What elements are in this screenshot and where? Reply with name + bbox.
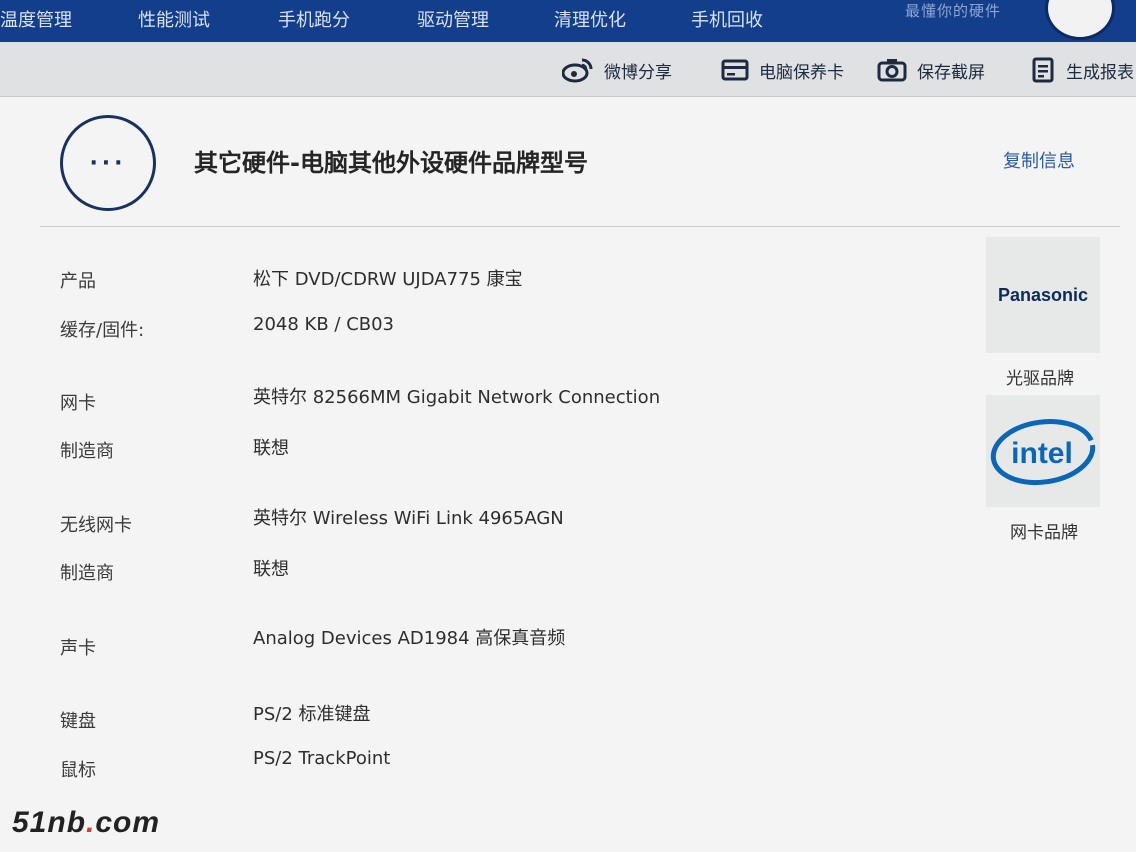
nav-item-phone-benchmark[interactable]: 手机跑分 xyxy=(278,6,350,32)
optical-brand-logo: Panasonic xyxy=(986,237,1100,353)
network-brand-caption: 网卡品牌 xyxy=(1010,523,1078,543)
site-watermark: 51nb.com xyxy=(12,806,160,840)
intel-logo: intel xyxy=(990,418,1096,486)
watermark-main: 51nb xyxy=(12,806,87,839)
spec-label-product: 产品 xyxy=(60,271,96,292)
save-screenshot-button[interactable]: 保存截屏 xyxy=(877,56,985,84)
nav-item-driver[interactable]: 驱动管理 xyxy=(417,6,489,32)
spec-label-network-card: 网卡 xyxy=(60,393,96,414)
nav-item-cleanup[interactable]: 清理优化 xyxy=(554,6,626,32)
nav-item-phone-recycle[interactable]: 手机回收 xyxy=(691,6,763,32)
report-icon xyxy=(1032,57,1054,83)
page-title: 其它硬件-电脑其他外设硬件品牌型号 xyxy=(194,149,588,177)
spec-value-network-manufacturer: 联想 xyxy=(253,438,289,459)
spec-value-cache-firmware: 2048 KB / CB03 xyxy=(253,314,395,335)
watermark-dot: . xyxy=(86,806,96,839)
spec-label-sound-card: 声卡 xyxy=(60,638,96,659)
card-icon xyxy=(721,59,749,81)
weibo-share-label: 微博分享 xyxy=(604,62,672,83)
nav-item-temperature[interactable]: 温度管理 xyxy=(0,6,72,32)
camera-icon xyxy=(877,59,907,82)
toolbar: 微博分享 电脑保养卡 保存截屏 生成报表 xyxy=(0,42,1136,97)
save-screenshot-label: 保存截屏 xyxy=(917,62,985,83)
spec-label-wireless-card: 无线网卡 xyxy=(60,515,132,536)
nav-slogan: 最懂你的硬件 xyxy=(905,2,1002,20)
pc-warranty-card-button[interactable]: 电脑保养卡 xyxy=(721,56,844,84)
spec-label-cache-firmware: 缓存/固件: xyxy=(60,320,145,341)
panasonic-logo-text: Panasonic xyxy=(997,284,1089,305)
hardware-panel: ··· 其它硬件-电脑其他外设硬件品牌型号 复制信息 产品 松下 DVD/CDR… xyxy=(0,97,1136,852)
watermark-suffix: com xyxy=(95,806,161,839)
divider xyxy=(40,226,1120,227)
top-nav: 温度管理 性能测试 手机跑分 驱动管理 清理优化 手机回收 最懂你的硬件 xyxy=(0,0,1136,42)
weibo-share-button[interactable]: 微博分享 xyxy=(562,56,672,84)
generate-report-button[interactable]: 生成报表 xyxy=(1030,56,1134,84)
optical-brand-caption: 光驱品牌 xyxy=(1006,369,1074,389)
spec-value-mouse: PS/2 TrackPoint xyxy=(253,748,391,769)
intel-logo-text: intel xyxy=(1011,437,1073,470)
spec-value-keyboard: PS/2 标准键盘 xyxy=(253,704,371,725)
nav-item-performance[interactable]: 性能测试 xyxy=(138,6,210,32)
spec-value-wireless-card: 英特尔 Wireless WiFi Link 4965AGN xyxy=(253,508,564,529)
more-icon: ··· xyxy=(60,115,156,211)
spec-label-network-manufacturer: 制造商 xyxy=(60,441,114,462)
spec-value-sound-card: Analog Devices AD1984 高保真音频 xyxy=(253,628,566,649)
spec-value-product: 松下 DVD/CDRW UJDA775 康宝 xyxy=(253,269,523,290)
spec-value-network-card: 英特尔 82566MM Gigabit Network Connection xyxy=(253,387,661,408)
spec-label-keyboard: 键盘 xyxy=(60,711,96,732)
spec-label-mouse: 鼠标 xyxy=(60,760,96,781)
avatar[interactable] xyxy=(1045,0,1115,40)
generate-report-label: 生成报表 xyxy=(1066,62,1134,83)
network-brand-logo: intel xyxy=(986,395,1100,507)
spec-label-wireless-manufacturer: 制造商 xyxy=(60,563,114,584)
copy-info-link[interactable]: 复制信息 xyxy=(1003,147,1075,173)
pc-warranty-card-label: 电脑保养卡 xyxy=(759,62,844,83)
weibo-icon xyxy=(562,58,593,83)
spec-value-wireless-manufacturer: 联想 xyxy=(253,559,289,580)
